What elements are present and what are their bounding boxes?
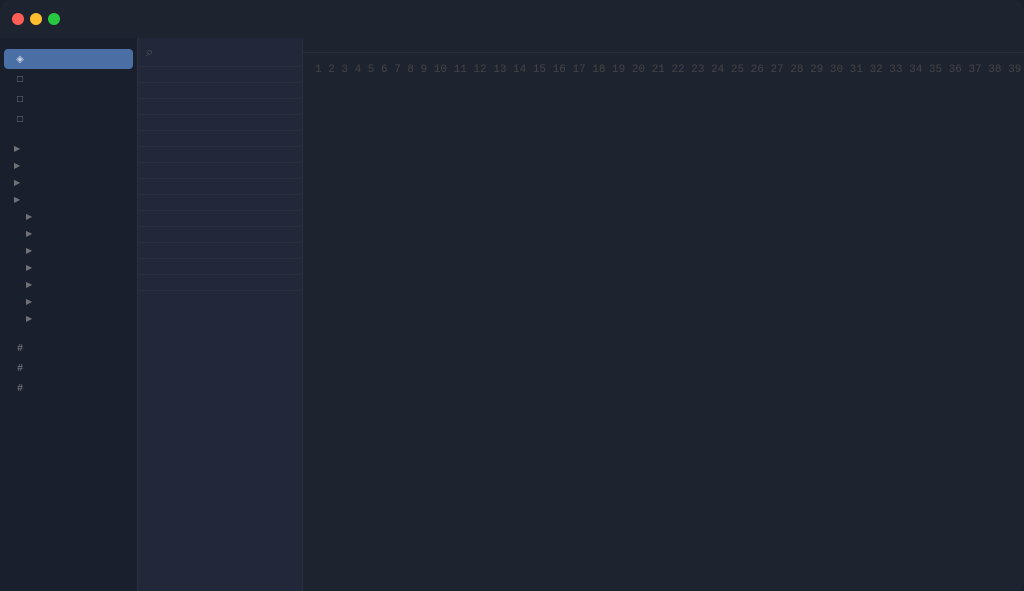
chevron-icon: ▶ — [14, 144, 20, 153]
list-item[interactable] — [138, 195, 302, 211]
list-item[interactable] — [138, 67, 302, 83]
chevron-icon: ▶ — [26, 263, 32, 272]
hash-icon2: # — [14, 362, 26, 374]
chevron-icon: ▶ — [26, 246, 32, 255]
sidebar-folder-front-end-dev[interactable]: ▶ — [4, 191, 133, 208]
smart-groups-label — [0, 327, 137, 338]
sidebar-item-sg-recently[interactable]: # — [4, 378, 133, 398]
traffic-lights — [12, 13, 60, 25]
sidebar-item-sg-no-tags[interactable]: # — [4, 358, 133, 378]
doc-icon: □ — [14, 73, 26, 85]
list-item[interactable] — [138, 227, 302, 243]
list-item[interactable] — [138, 163, 302, 179]
doc-icon3: □ — [14, 113, 26, 125]
search-icon: ⌕ — [146, 44, 153, 60]
doc-icon2: □ — [14, 93, 26, 105]
list-item[interactable] — [138, 99, 302, 115]
sidebar-folder-php[interactable]: ▶ — [4, 208, 133, 225]
sidebar-folder-python[interactable]: ▶ — [4, 242, 133, 259]
list-item[interactable] — [138, 211, 302, 227]
list-item[interactable] — [138, 115, 302, 131]
chevron-icon: ▶ — [14, 178, 20, 187]
sidebar-folder-journals[interactable]: ▶ — [4, 276, 133, 293]
list-item[interactable] — [138, 259, 302, 275]
all-snippets-icon: ◈ — [14, 53, 26, 65]
list-item[interactable] — [138, 131, 302, 147]
sidebar-item-markdown[interactable]: □ — [4, 89, 133, 109]
search-bar: ⌕ — [138, 38, 302, 67]
editor-panel: 1 2 3 4 5 6 7 8 9 10 11 12 13 14 15 16 1… — [303, 38, 1024, 591]
snippet-list — [138, 67, 302, 591]
folders-label — [0, 129, 137, 140]
sidebar-folder-apple[interactable]: ▶ — [4, 157, 133, 174]
sidebar-folder-my-project2[interactable]: ▶ — [4, 259, 133, 276]
chevron-icon: ▶ — [26, 314, 32, 323]
sidebar-folder-mysql[interactable]: ▶ — [4, 140, 133, 157]
line-numbers: 1 2 3 4 5 6 7 8 9 10 11 12 13 14 15 16 1… — [307, 61, 1024, 583]
minimize-button[interactable] — [30, 13, 42, 25]
maximize-button[interactable] — [48, 13, 60, 25]
sidebar-item-all-snippets[interactable]: ◈ — [4, 49, 133, 69]
sidebar-item-uncategorized[interactable]: □ — [4, 69, 133, 89]
list-item[interactable] — [138, 179, 302, 195]
sidebar-folder-notes[interactable]: ▶ — [4, 174, 133, 191]
close-button[interactable] — [12, 13, 24, 25]
chevron-icon: ▶ — [26, 297, 32, 306]
sidebar-folder-wordpress[interactable]: ▶ — [4, 293, 133, 310]
hash-icon3: # — [14, 382, 26, 394]
hash-icon: # — [14, 342, 26, 354]
list-item[interactable] — [138, 83, 302, 99]
list-item[interactable] — [138, 243, 302, 259]
titlebar — [0, 0, 1024, 38]
search-input[interactable] — [158, 45, 313, 59]
sidebar-item-my-project[interactable]: □ — [4, 109, 133, 129]
main-window: ◈ □ □ □ ▶ ▶ — [0, 0, 1024, 591]
chevron-icon: ▶ — [26, 229, 32, 238]
list-panel: ⌕ — [138, 38, 303, 591]
favorites-label — [0, 38, 137, 49]
sidebar-folder-git[interactable]: ▶ — [4, 225, 133, 242]
sidebar-item-sg-markdown[interactable]: # — [4, 338, 133, 358]
chevron-icon: ▶ — [26, 280, 32, 289]
editor-title — [303, 38, 1024, 53]
chevron-icon: ▶ — [26, 212, 32, 221]
main-layout: ◈ □ □ □ ▶ ▶ — [0, 38, 1024, 591]
list-item[interactable] — [138, 275, 302, 291]
chevron-icon: ▶ — [14, 161, 20, 170]
sidebar: ◈ □ □ □ ▶ ▶ — [0, 38, 138, 591]
editor-content[interactable]: 1 2 3 4 5 6 7 8 9 10 11 12 13 14 15 16 1… — [303, 53, 1024, 591]
chevron-icon: ▶ — [14, 195, 20, 204]
list-item[interactable] — [138, 147, 302, 163]
sidebar-folder-cocoa[interactable]: ▶ — [4, 310, 133, 327]
